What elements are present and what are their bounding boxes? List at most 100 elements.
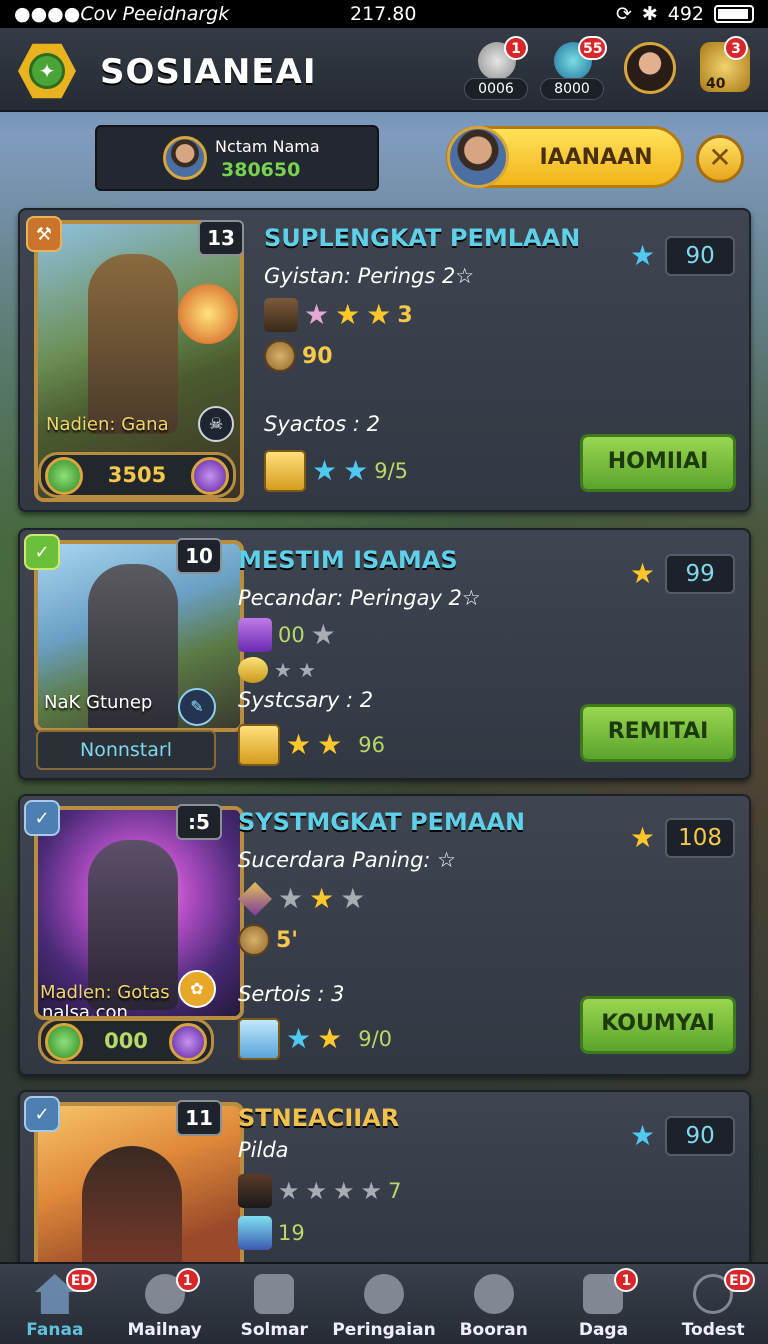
star-gem-icon <box>191 457 229 495</box>
card-title: SYSTMGKAT PEMAAN <box>238 808 526 836</box>
bluetooth-icon: ✱ <box>641 3 658 25</box>
score-value: 108 <box>665 818 736 858</box>
star-icon: ★ <box>360 1177 383 1205</box>
rarity-value: 7 <box>388 1179 402 1203</box>
card-subtitle: Gyistan: Perings 2☆ <box>264 264 475 288</box>
hero-class-plate: Nonnstarl <box>36 730 216 770</box>
bottom-nav: ED Fanaa 1 Mailnay Solmar Peringaian Boo… <box>0 1262 768 1344</box>
app-logo[interactable]: ✦ <box>18 43 76 99</box>
nav-label: Todest <box>681 1320 745 1340</box>
star-icon: ★ <box>335 298 361 331</box>
star-icon: ★ <box>309 882 335 915</box>
gear-icon <box>364 1274 405 1314</box>
coin-row: 90 <box>264 340 333 372</box>
star-icon: ★ <box>304 298 330 331</box>
nav-item-home[interactable]: ED Fanaa <box>0 1264 110 1344</box>
class-icon: ⚒ <box>26 216 62 252</box>
hero-card-3[interactable]: Madlen: Gotas nalsa.con ✿ :5 ✓ 000 SYSTM… <box>18 794 751 1076</box>
gem-row: 19 <box>238 1216 305 1250</box>
resource-orb[interactable]: 55 8000 <box>540 36 608 102</box>
hero-name: Nadien: Gana <box>46 414 169 435</box>
nav-item-mail[interactable]: 1 Mailnay <box>110 1264 220 1344</box>
star-icon: ★ <box>630 239 656 272</box>
primary-action-label: IAANAAN <box>539 145 653 170</box>
resource-badge: 1 <box>504 36 528 60</box>
nav-label: Booran <box>459 1320 528 1340</box>
score-value: 99 <box>665 554 736 594</box>
card-action-button[interactable]: REMITAI <box>580 704 736 762</box>
primary-action-button[interactable]: IAANAAN <box>446 126 684 188</box>
card-score: ★ 90 <box>630 236 736 276</box>
app-header: ✦ SOSIANEAI 1 0006 55 8000 3 40 <box>0 28 768 112</box>
item-icon <box>264 298 298 332</box>
star-icon: ★ <box>366 298 392 331</box>
nav-badge: 1 <box>614 1268 639 1292</box>
close-button[interactable]: ✕ <box>696 135 744 183</box>
forge-icon <box>254 1274 295 1314</box>
rarity-row: ★ ★ ★ ★ 7 <box>238 1174 401 1208</box>
nav-item-daga[interactable]: 1 Daga <box>549 1264 659 1344</box>
resource-feather[interactable]: 1 0006 <box>464 36 528 102</box>
skill-icon[interactable] <box>238 724 280 766</box>
card-score: ★ 108 <box>630 818 736 858</box>
nav-label: Solmar <box>240 1320 308 1340</box>
feather-icon: ✎ <box>178 688 216 726</box>
star-icon: ★ <box>310 618 336 651</box>
star-icon: ★ <box>630 557 656 590</box>
player-profile[interactable]: Nctam Nama 380650 <box>95 125 379 191</box>
star-icon: ★ <box>343 454 369 487</box>
skill-icon[interactable] <box>264 450 306 492</box>
nav-badge: ED <box>65 1268 98 1292</box>
nav-item-solmar[interactable]: Solmar <box>219 1264 329 1344</box>
resource-badge: 55 <box>578 36 608 60</box>
resource-pouch[interactable]: 3 40 <box>696 36 760 102</box>
card-action-button[interactable]: HOMIIAI <box>580 434 736 492</box>
hero-figure <box>88 254 178 434</box>
resource-portrait[interactable] <box>622 40 686 102</box>
heart-gem-icon <box>45 1023 83 1061</box>
star-icon: ★ <box>630 821 656 854</box>
nav-label: Peringaian <box>332 1320 436 1340</box>
coin-value: 5' <box>276 927 299 953</box>
star-icon: ★ <box>286 728 312 761</box>
hero-card-4[interactable]: 11 ✓ STNEACIIAR Pilda ★ ★ ★ ★ 7 19 ★ 90 <box>18 1090 751 1272</box>
nav-item-todest[interactable]: ED Todest <box>658 1264 768 1344</box>
score-value: 90 <box>665 1116 736 1156</box>
nav-label: Mailnay <box>127 1320 202 1340</box>
sync-icon: ⟳ <box>615 3 632 25</box>
weapon-glow <box>178 284 238 344</box>
skill-icon[interactable] <box>238 1018 280 1060</box>
resource-value: 40 <box>706 76 726 92</box>
rarity-row: ★ ★ ★ 3 <box>264 298 413 332</box>
nav-item-peringaian[interactable]: Peringaian <box>329 1264 439 1344</box>
star-icon: ★ <box>278 1177 300 1205</box>
stat-line: Systcsary : 2 <box>238 688 374 712</box>
power-value: 000 <box>104 1029 148 1053</box>
coin-row: 5' <box>238 924 298 956</box>
power-value: 3505 <box>107 463 167 487</box>
card-action-button[interactable]: KOUMYAI <box>580 996 736 1054</box>
hero-card-1[interactable]: Nadien: Gana ☠ 13 ⚒ 3505 SUPLENGKAT PEML… <box>18 208 751 512</box>
clock: 217.80 <box>350 3 417 25</box>
skill-value: 9/5 <box>374 459 409 483</box>
paw-icon <box>473 1274 514 1314</box>
star-icon: ★ <box>274 658 292 682</box>
status-icons: ⟳ ✱ 492 <box>616 3 754 25</box>
power-bar: 000 <box>38 1018 214 1064</box>
hero-figure <box>82 1146 182 1268</box>
check-icon: ✓ <box>24 1096 60 1132</box>
battery-icon <box>714 5 754 23</box>
nav-item-booran[interactable]: Booran <box>439 1264 549 1344</box>
coin-value: 90 <box>302 343 333 369</box>
nav-badge: ED <box>724 1268 756 1292</box>
item-icon <box>238 1216 272 1250</box>
hero-name: Madlen: Gotas <box>40 982 170 1003</box>
gem-value: 19 <box>278 1221 305 1245</box>
item-icon <box>238 618 272 652</box>
card-title: STNEACIIAR <box>238 1104 400 1132</box>
carrier-label: ●●●●Cov Peeidnargk <box>14 3 230 25</box>
star-icon: ★ <box>286 1022 312 1055</box>
resource-badge: 3 <box>724 36 748 60</box>
hero-card-2[interactable]: NaK Gtunep ✎ 10 ✓ Nonnstarl MESTIM ISAMA… <box>18 528 751 780</box>
nav-label: Daga <box>578 1320 629 1340</box>
